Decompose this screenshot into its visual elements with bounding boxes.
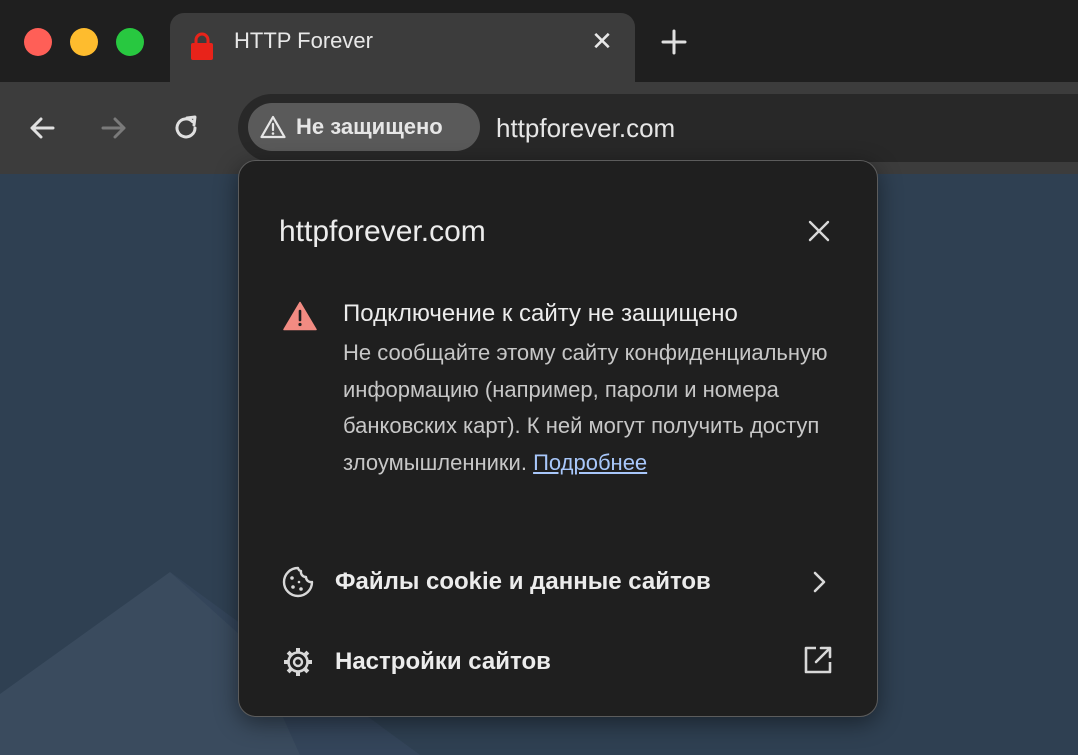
site-settings-row-label: Настройки сайтов bbox=[335, 648, 551, 675]
tab-title: HTTP Forever bbox=[234, 28, 373, 53]
tab-strip: HTTP Forever ✕ bbox=[0, 0, 1078, 82]
warning-description: Не сообщайте этому сайту конфиденциальну… bbox=[343, 335, 853, 481]
cookie-icon bbox=[282, 566, 314, 598]
maximize-window-button[interactable] bbox=[116, 28, 144, 56]
cookies-and-site-data-row[interactable]: Файлы cookie и данные сайтов bbox=[239, 547, 879, 617]
new-tab-icon[interactable] bbox=[658, 26, 690, 58]
learn-more-link[interactable]: Подробнее bbox=[533, 450, 647, 475]
popup-title: httpforever.com bbox=[279, 215, 486, 248]
url-text[interactable]: httpforever.com bbox=[496, 112, 675, 144]
close-window-button[interactable] bbox=[24, 28, 52, 56]
gear-icon bbox=[284, 648, 312, 676]
address-bar[interactable]: Не защищено httpforever.com bbox=[238, 94, 1078, 162]
site-settings-row[interactable]: Настройки сайтов bbox=[239, 627, 879, 697]
close-icon[interactable] bbox=[805, 217, 833, 245]
warning-triangle-icon bbox=[260, 115, 286, 139]
browser-window: HTTP Forever ✕ Не защищено httpforever.c… bbox=[0, 0, 1078, 755]
back-arrow-icon[interactable] bbox=[26, 112, 58, 144]
external-link-icon bbox=[804, 646, 832, 674]
forward-arrow-icon[interactable] bbox=[98, 112, 130, 144]
active-tab[interactable]: HTTP Forever ✕ bbox=[170, 13, 635, 82]
reload-icon[interactable] bbox=[170, 112, 202, 144]
chevron-right-icon bbox=[813, 571, 826, 593]
cookies-row-label: Файлы cookie и данные сайтов bbox=[335, 568, 711, 595]
security-chip[interactable]: Не защищено bbox=[248, 103, 480, 151]
security-chip-label: Не защищено bbox=[296, 114, 443, 139]
tab-close-icon[interactable]: ✕ bbox=[588, 27, 616, 55]
minimize-window-button[interactable] bbox=[70, 28, 98, 56]
warning-heading: Подключение к сайту не защищено bbox=[343, 300, 738, 327]
lock-icon bbox=[191, 32, 213, 60]
warning-triangle-icon bbox=[283, 301, 317, 331]
site-info-popup: httpforever.com Подключение к сайту не з… bbox=[238, 160, 878, 717]
